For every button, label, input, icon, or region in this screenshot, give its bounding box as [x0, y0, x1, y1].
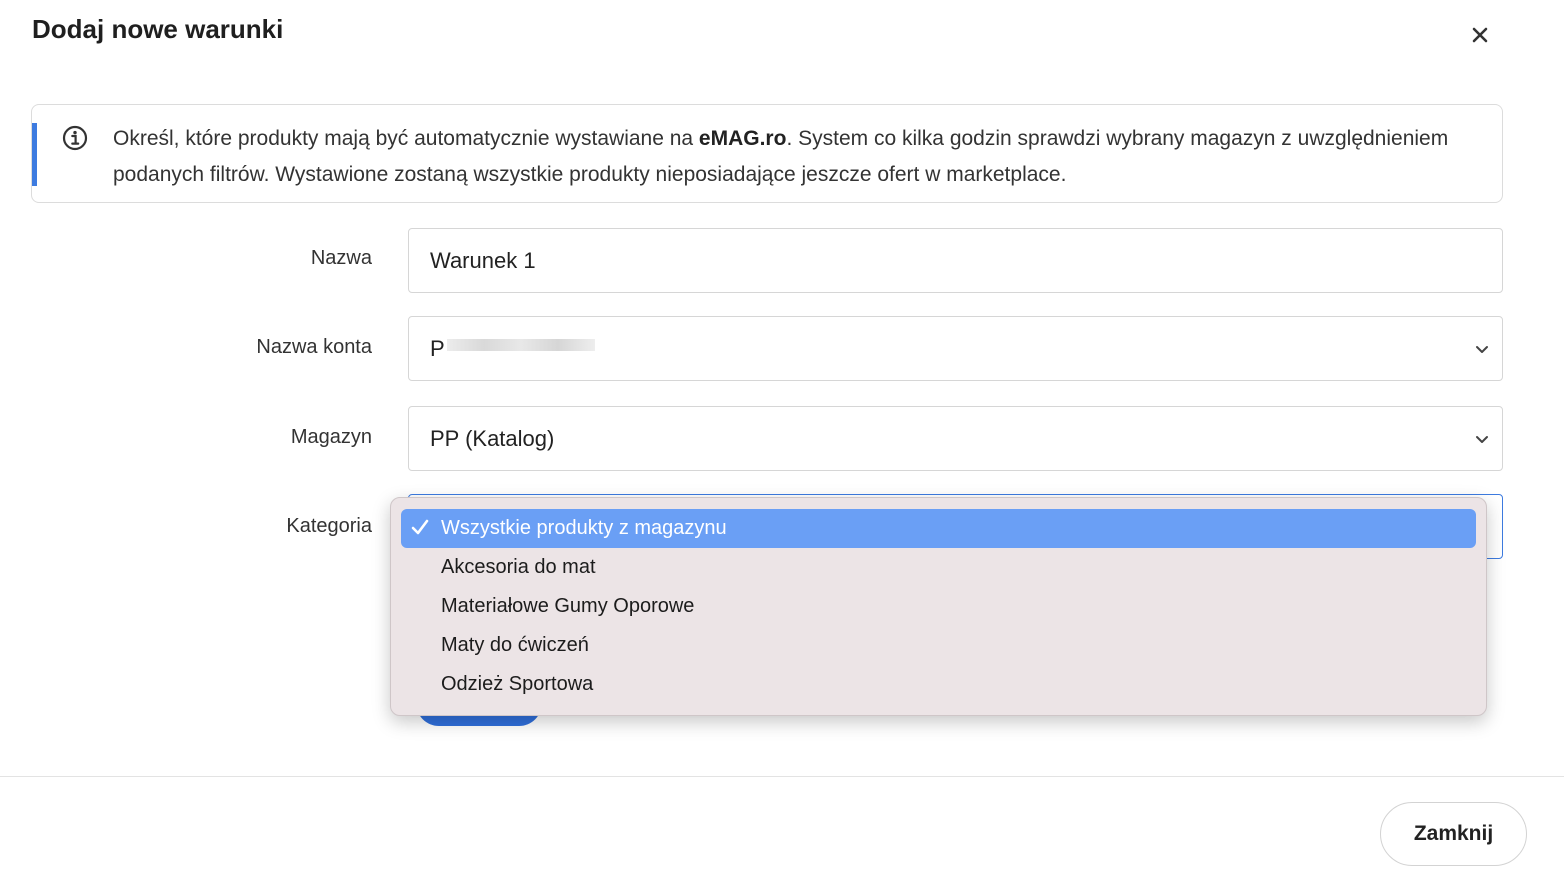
close-icon	[1472, 27, 1488, 42]
category-option[interactable]: Odzież Sportowa	[401, 665, 1476, 704]
category-option[interactable]: Maty do ćwiczeń	[401, 626, 1476, 665]
category-option-label: Maty do ćwiczeń	[441, 634, 589, 656]
warehouse-label: Magazyn	[290, 426, 372, 448]
info-highlight: eMAG.ro	[698, 127, 787, 150]
checkmark-icon	[411, 519, 429, 535]
category-option-label: Odzież Sportowa	[441, 673, 594, 695]
category-option-label: Wszystkie produkty z magazynu	[441, 517, 727, 539]
account-label: Nazwa konta	[256, 336, 372, 358]
category-option-label: Akcesoria do mat	[441, 556, 596, 578]
chevron-down-icon	[1476, 346, 1488, 353]
name-input[interactable]: Warunek 1	[408, 228, 1503, 293]
category-option-label: Materiałowe Gumy Oporowe	[441, 595, 695, 617]
info-text: Określ, które produkty mają być automaty…	[113, 121, 1453, 193]
chevron-down-icon	[1476, 436, 1488, 443]
close-button[interactable]	[1464, 20, 1496, 52]
info-box: Określ, które produkty mają być automaty…	[31, 104, 1503, 203]
name-label: Nazwa	[310, 247, 372, 269]
info-text-before: Określ, które produkty mają być automaty…	[113, 127, 699, 150]
warehouse-select-value: PP (Katalog)	[430, 426, 555, 451]
account-select-value: P	[430, 336, 445, 361]
name-input-value: Warunek 1	[430, 248, 536, 273]
category-dropdown[interactable]: Wszystkie produkty z magazynu Akcesoria …	[390, 497, 1487, 716]
info-icon	[62, 125, 88, 151]
category-option[interactable]: Materiałowe Gumy Oporowe	[401, 587, 1476, 626]
modal-title: Dodaj nowe warunki	[32, 14, 284, 44]
warehouse-select[interactable]: PP (Katalog)	[408, 406, 1503, 471]
redacted-bar	[447, 339, 595, 351]
footer-divider	[0, 776, 1564, 777]
category-option-all[interactable]: Wszystkie produkty z magazynu	[401, 509, 1476, 548]
close-footer-button[interactable]: Zamknij	[1380, 802, 1527, 866]
category-option[interactable]: Akcesoria do mat	[401, 548, 1476, 587]
account-select[interactable]: P	[408, 316, 1503, 381]
category-label: Kategoria	[286, 515, 372, 537]
info-accent-bar	[32, 123, 37, 186]
